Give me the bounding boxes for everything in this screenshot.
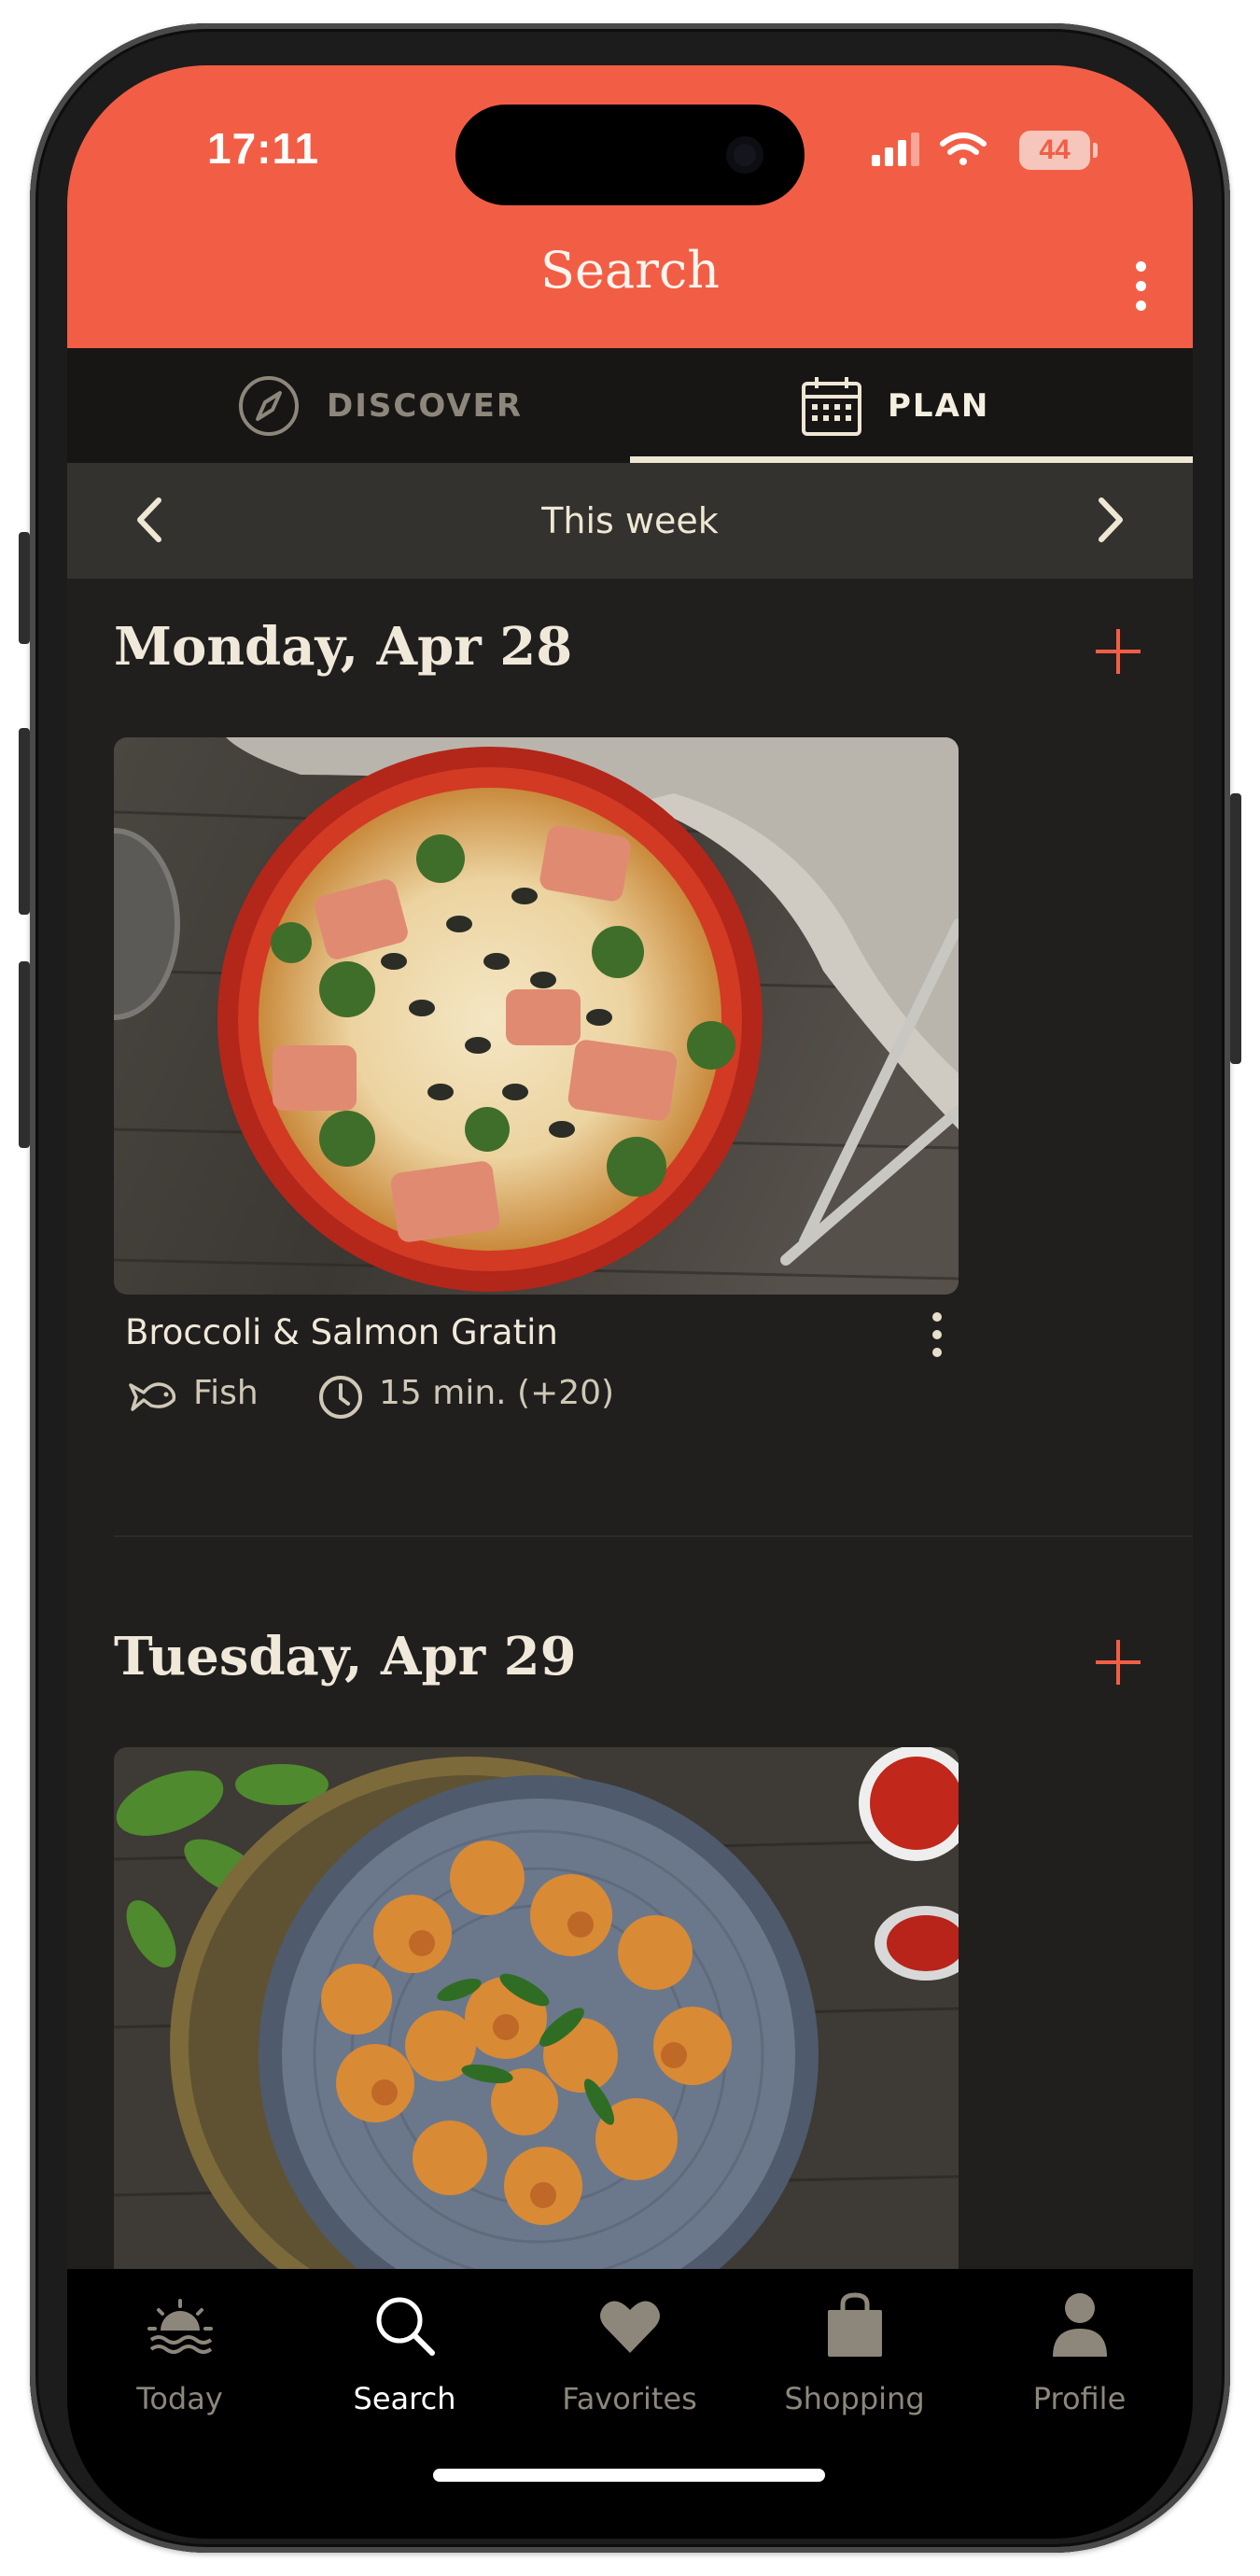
- add-recipe-tuesday-icon[interactable]: [1092, 1636, 1144, 1688]
- wifi-icon: [940, 133, 987, 165]
- tab-plan-label: PLAN: [888, 387, 990, 425]
- bottom-nav: Today Search Favorites Shopping Profile: [67, 2269, 1193, 2539]
- dynamic-island: [455, 105, 805, 205]
- recipe-image-cauliflower[interactable]: [114, 1747, 959, 2304]
- add-recipe-monday-icon[interactable]: [1092, 625, 1144, 678]
- search-icon: [376, 2297, 435, 2356]
- week-label: This week: [541, 500, 719, 541]
- day-divider: [114, 1535, 1193, 1537]
- calendar-icon: [802, 377, 861, 436]
- nav-search[interactable]: Search: [292, 2269, 517, 2456]
- signal-wifi-icons: [872, 133, 987, 166]
- tab-plan[interactable]: PLAN: [630, 348, 1193, 463]
- nav-profile-label: Profile: [1032, 2381, 1127, 2416]
- cellular-signal-icon: [872, 133, 919, 166]
- week-navigator: This week: [67, 463, 1193, 579]
- battery-nub: [1093, 143, 1098, 158]
- camera-icon: [726, 136, 763, 174]
- more-options-icon[interactable]: [1131, 261, 1150, 321]
- status-time: 17:11: [207, 124, 320, 173]
- nav-profile[interactable]: Profile: [967, 2269, 1192, 2456]
- heart-icon: [600, 2301, 660, 2353]
- home-indicator[interactable]: [433, 2469, 825, 2482]
- tab-selected-underline: [630, 456, 1193, 463]
- app-screen: 17:11 44 Search DISCOVER PLAN This week …: [67, 65, 1193, 2539]
- tab-bar: DISCOVER PLAN: [67, 348, 1193, 463]
- top-bar: 17:11 44 Search: [67, 65, 1193, 348]
- day-heading-tuesday: Tuesday, Apr 29: [114, 1626, 577, 1687]
- recipe-category: Fish: [193, 1374, 259, 1412]
- tab-discover[interactable]: DISCOVER: [67, 348, 630, 463]
- power-button: [1230, 793, 1241, 1064]
- day-heading-monday: Monday, Apr 28: [114, 616, 573, 678]
- nav-today-label: Today: [136, 2381, 223, 2416]
- nav-today[interactable]: Today: [67, 2269, 292, 2456]
- nav-search-label: Search: [353, 2381, 456, 2416]
- compass-icon: [239, 376, 299, 436]
- cauliflower-photo: [114, 1747, 959, 2304]
- action-button: [19, 532, 30, 644]
- nav-favorites-label: Favorites: [562, 2381, 697, 2416]
- gratin-photo: [114, 737, 959, 1295]
- recipe-title[interactable]: Broccoli & Salmon Gratin: [125, 1312, 558, 1352]
- nav-shopping[interactable]: Shopping: [742, 2269, 967, 2456]
- tab-discover-label: DISCOVER: [327, 387, 524, 425]
- battery-indicator: 44: [1019, 131, 1090, 170]
- person-icon: [1053, 2293, 1107, 2357]
- volume-up-button: [19, 728, 30, 915]
- nav-favorites[interactable]: Favorites: [517, 2269, 742, 2456]
- shopping-bag-icon: [828, 2292, 882, 2357]
- clock-icon: [319, 1376, 362, 1419]
- recipe-time: 15 min. (+20): [379, 1374, 615, 1412]
- sunrise-icon: [147, 2299, 213, 2354]
- page-title: Search: [540, 241, 720, 300]
- nav-shopping-label: Shopping: [784, 2381, 925, 2416]
- chevron-right-icon[interactable]: [1077, 487, 1142, 553]
- fish-icon: [129, 1382, 176, 1411]
- recipe-image-gratin[interactable]: [114, 737, 959, 1295]
- recipe-options-icon[interactable]: [928, 1312, 946, 1368]
- volume-down-button: [19, 961, 30, 1148]
